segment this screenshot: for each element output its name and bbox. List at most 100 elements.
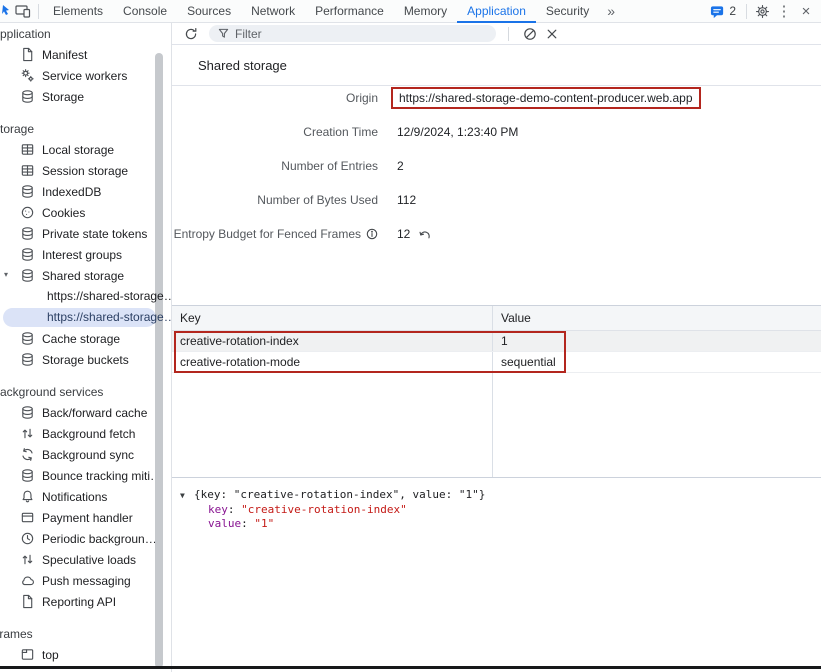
clock-icon (20, 531, 35, 546)
tab-application[interactable]: Application (457, 0, 536, 23)
tab-sources[interactable]: Sources (177, 0, 241, 23)
tab-security[interactable]: Security (536, 0, 599, 23)
database-icon (20, 405, 35, 420)
devtools-window: Elements Console Sources Network Perform… (0, 0, 821, 672)
origin-value-annotated: https://shared-storage-demo-content-prod… (391, 87, 701, 109)
sidebar-item-cookies[interactable]: Cookies (0, 202, 171, 223)
sidebar-item-top-frame[interactable]: top (0, 644, 171, 665)
database-icon (20, 352, 35, 367)
info-icon[interactable] (366, 228, 378, 240)
sidebar-item-payment-handler[interactable]: Payment handler (0, 507, 171, 528)
sidebar-item-private-state-tokens[interactable]: Private state tokens (0, 223, 171, 244)
issues-count-label: 2 (729, 4, 736, 18)
tab-network[interactable]: Network (241, 0, 305, 23)
clear-block-icon[interactable] (519, 24, 541, 44)
sidebar-item-back-forward-cache[interactable]: Back/forward cache (0, 402, 171, 423)
sidebar-item-shared-storage-origin-2-selected[interactable]: https://shared-storage… (0, 307, 171, 328)
preview-property: key: "creative-rotation-index" (180, 503, 821, 517)
manifest-file-icon (20, 47, 35, 62)
up-down-arrows-icon (20, 552, 35, 567)
page-title: Shared storage (172, 45, 821, 86)
sidebar-item-local-storage[interactable]: Local storage (0, 139, 171, 160)
field-row-entropy-budget: Entropy Budget for Fenced Frames 12 (172, 217, 821, 251)
field-label: Number of Bytes Used (172, 193, 378, 207)
sync-arrows-icon (20, 447, 35, 462)
sidebar-item-bounce-tracking-mitigations[interactable]: Bounce tracking miti… (0, 465, 171, 486)
database-icon (20, 184, 35, 199)
sidebar-item-periodic-background-sync[interactable]: Periodic backgroun… (0, 528, 171, 549)
sidebar-item-storage[interactable]: Storage (0, 86, 171, 107)
cell-key: creative-rotation-index (172, 331, 493, 351)
field-value: 12/9/2024, 1:23:40 PM (397, 125, 518, 139)
close-devtools-icon[interactable]: × (795, 0, 817, 22)
tabbar-separator (38, 4, 39, 19)
refresh-icon[interactable] (180, 24, 202, 44)
devtools-bottom-edge (0, 666, 821, 669)
column-header-value[interactable]: Value (493, 306, 821, 330)
sidebar-item-shared-storage-origin-1[interactable]: https://shared-storage… (0, 286, 171, 307)
toolbar-separator (508, 27, 509, 41)
sidebar-item-indexeddb[interactable]: IndexedDB (0, 181, 171, 202)
funnel-filter-icon (218, 28, 229, 39)
sidebar-item-notifications[interactable]: Notifications (0, 486, 171, 507)
tab-memory[interactable]: Memory (394, 0, 457, 23)
sidebar-item-service-workers[interactable]: Service workers (0, 65, 171, 86)
sidebar-item-cache-storage[interactable]: Cache storage (0, 328, 171, 349)
tab-performance[interactable]: Performance (305, 0, 394, 23)
sidebar-item-background-fetch[interactable]: Background fetch (0, 423, 171, 444)
more-options-kebab-icon[interactable]: ⋮ (773, 0, 795, 22)
cell-value: sequential (493, 352, 821, 372)
sidebar-item-shared-storage[interactable]: ▾ Shared storage (0, 265, 171, 286)
issues-counter[interactable]: 2 (704, 4, 742, 19)
preview-property: value: "1" (180, 517, 821, 531)
section-header-storage: Storage (0, 119, 171, 139)
section-header-application: Application (0, 24, 171, 44)
column-header-key[interactable]: Key (172, 306, 493, 330)
devtools-tabbar: Elements Console Sources Network Perform… (0, 0, 821, 23)
device-toolbar-icon[interactable] (12, 0, 34, 22)
table-grid-icon (20, 163, 35, 178)
sidebar-item-speculative-loads[interactable]: Speculative loads (0, 549, 171, 570)
disclosure-triangle-icon[interactable]: ▼ (180, 488, 194, 503)
sidebar-scrollbar[interactable] (155, 53, 163, 668)
data-grid-header: Key Value (172, 306, 821, 331)
reset-undo-icon[interactable] (418, 228, 431, 241)
expand-triangle-icon[interactable]: ▾ (4, 270, 8, 279)
sidebar-item-reporting-api[interactable]: Reporting API (0, 591, 171, 612)
section-header-frames: Frames (0, 624, 171, 644)
field-label: Number of Entries (172, 159, 378, 173)
table-grid-icon (20, 142, 35, 157)
manifest-file-icon (20, 594, 35, 609)
inspect-element-icon[interactable] (2, 0, 12, 22)
field-row-origin: Origin https://shared-storage-demo-conte… (172, 81, 821, 115)
delete-selected-icon[interactable] (541, 24, 563, 44)
entry-preview-pane: ▼ {key: "creative-rotation-index", value… (172, 480, 821, 672)
database-icon (20, 268, 35, 283)
settings-gear-icon[interactable] (751, 0, 773, 22)
entries-data-grid: Key Value creative-rotation-index 1 crea… (172, 305, 821, 478)
sidebar-item-background-sync[interactable]: Background sync (0, 444, 171, 465)
up-down-arrows-icon (20, 426, 35, 441)
database-icon (20, 331, 35, 346)
field-value: 112 (397, 193, 416, 207)
tabbar-separator (746, 4, 747, 19)
sidebar-item-interest-groups[interactable]: Interest groups (0, 244, 171, 265)
sidebar-item-session-storage[interactable]: Session storage (0, 160, 171, 181)
filter-pill (209, 25, 496, 42)
table-row[interactable]: creative-rotation-mode sequential (172, 352, 821, 373)
sidebar-item-push-messaging[interactable]: Push messaging (0, 570, 171, 591)
sidebar-item-manifest[interactable]: Manifest (0, 44, 171, 65)
more-tabs-icon[interactable]: » (599, 3, 623, 19)
database-icon (20, 89, 35, 104)
sidebar-item-storage-buckets[interactable]: Storage buckets (0, 349, 171, 370)
metadata-report: Origin https://shared-storage-demo-conte… (172, 81, 821, 251)
field-label: Origin (172, 91, 378, 105)
filter-input[interactable] (235, 27, 487, 41)
data-grid-empty-area (172, 373, 821, 478)
tab-elements[interactable]: Elements (43, 0, 113, 23)
shared-storage-panel: Shared storage Origin https://shared-sto… (172, 23, 821, 672)
tab-console[interactable]: Console (113, 0, 177, 23)
payment-card-icon (20, 510, 35, 525)
field-row-number-of-bytes-used: Number of Bytes Used 112 (172, 183, 821, 217)
table-row[interactable]: creative-rotation-index 1 (172, 331, 821, 352)
